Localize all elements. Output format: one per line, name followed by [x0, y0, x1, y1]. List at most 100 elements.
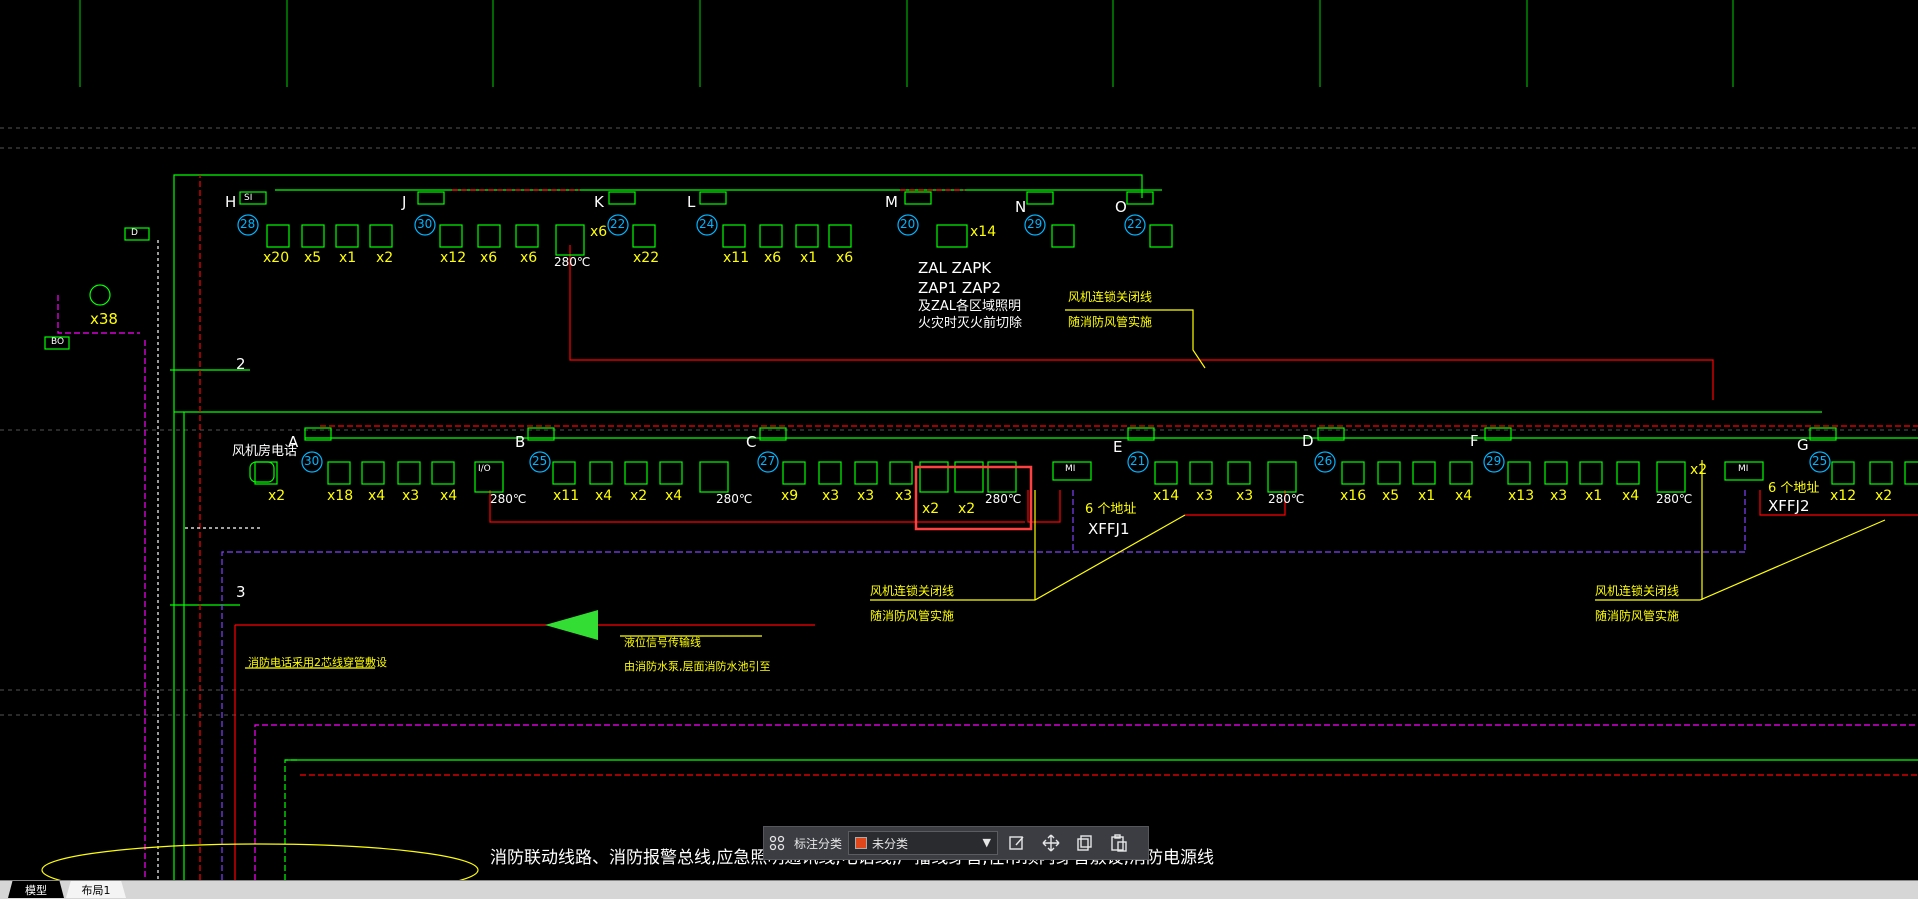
- fan-note-1b: 随消防风管实施: [1068, 315, 1153, 329]
- row2-count: x13: [1508, 488, 1535, 504]
- tab-model[interactable]: 模型: [8, 881, 64, 898]
- row2-number: 25: [1812, 454, 1828, 468]
- row1-count: x2: [376, 250, 394, 266]
- addr1-name: XFFJ1: [1088, 520, 1130, 538]
- row2-count: x2: [1690, 462, 1708, 478]
- mi-label: MI: [1738, 464, 1749, 474]
- row1-count: x22: [633, 250, 660, 266]
- signal-note-2: 由消防水泵,层面消防水池引至: [624, 660, 771, 673]
- row1-label-l: L: [687, 193, 696, 211]
- left-terminal-boxes[interactable]: [44, 227, 150, 350]
- label-3: 3: [236, 583, 246, 601]
- row1-count: x6: [480, 250, 498, 266]
- grid-lines: [79, 0, 1734, 87]
- row2-count: x3: [822, 488, 840, 504]
- row2-number: 26: [1317, 454, 1333, 468]
- row2-number: 21: [1130, 454, 1146, 468]
- row2-label-e: E: [1113, 438, 1123, 456]
- row2-label-g: G: [1797, 436, 1809, 454]
- fan-note-3b: 随消防风管实施: [1595, 609, 1680, 623]
- io-label: I/O: [478, 464, 491, 474]
- row2-count: x4: [1455, 488, 1473, 504]
- green-dash-line: [284, 759, 300, 880]
- addr2-count: 6 个地址: [1768, 481, 1820, 496]
- row2-temp-1: 280℃: [490, 492, 527, 506]
- red-solid-lines: [234, 245, 1918, 880]
- row1-count: x6: [764, 250, 782, 266]
- row1-count: x14: [970, 224, 997, 240]
- row2-number: 27: [760, 454, 776, 468]
- label-2: 2: [236, 355, 246, 373]
- row2-count: x5: [1382, 488, 1400, 504]
- row2-number: 29: [1486, 454, 1502, 468]
- row2-label-c: C: [746, 433, 757, 451]
- row2-count: x1: [1585, 488, 1603, 504]
- red-bus-lines: [199, 175, 1918, 880]
- row1-label-h: H: [225, 193, 237, 211]
- row2-count: x16: [1340, 488, 1367, 504]
- annotation-category-label: 标注分类: [794, 836, 843, 851]
- row2-count: x2: [958, 501, 976, 517]
- zal-block-1: ZAL ZAPK: [918, 259, 992, 277]
- row2-temp-5: 280℃: [1656, 492, 1693, 506]
- row1-count: x6: [520, 250, 538, 266]
- chevron-down-icon: ▼: [982, 836, 992, 849]
- row2-count: x3: [402, 488, 420, 504]
- row2-label-a: A: [288, 433, 299, 451]
- row1-count: x1: [339, 250, 357, 266]
- row1-number: 22: [610, 217, 626, 231]
- row1-count: x12: [440, 250, 467, 266]
- row1-count: x6: [836, 250, 854, 266]
- signal-note-1: 液位信号传输线: [624, 636, 701, 649]
- annotation-category-select[interactable]: 未分类 ▼: [848, 831, 999, 855]
- move-icon[interactable]: [1036, 829, 1066, 857]
- tab-layout1[interactable]: 布局1: [66, 881, 126, 898]
- row1-count: x6: [590, 224, 608, 240]
- row2-temp-4: 280℃: [1268, 492, 1305, 506]
- row1-temp: 280℃: [554, 255, 591, 269]
- edit-icon[interactable]: [1002, 829, 1032, 857]
- label-bo: BO: [51, 337, 65, 347]
- row1-count: x20: [263, 250, 290, 266]
- row2-number: 25: [532, 454, 548, 468]
- row1-label-m: M: [885, 193, 898, 211]
- row2-count: x2: [922, 501, 940, 517]
- row1-number: 24: [699, 217, 715, 231]
- row2-count: x2: [1875, 488, 1893, 504]
- row2-count: x4: [665, 488, 683, 504]
- row2-count: x14: [1153, 488, 1180, 504]
- grid-icon[interactable]: [764, 827, 790, 859]
- row1-number: 30: [417, 217, 433, 231]
- paste-icon[interactable]: [1104, 829, 1134, 857]
- annotation-category-value: 未分类: [872, 836, 909, 851]
- row1-count: x11: [723, 250, 750, 266]
- fan-note-2b: 随消防风管实施: [870, 609, 955, 623]
- addr1-count: 6 个地址: [1085, 502, 1137, 517]
- fan-note-1a: 风机连锁关闭线: [1068, 290, 1153, 304]
- phone-note: 消防电话采用2芯线穿管敷设: [248, 656, 387, 669]
- dashed-grid: [0, 127, 1918, 716]
- row1-label-j: J: [402, 193, 407, 211]
- row2-count: x3: [895, 488, 913, 504]
- row2-count: x4: [595, 488, 613, 504]
- copy-icon[interactable]: [1070, 829, 1100, 857]
- fan-note-3a: 风机连锁关闭线: [1595, 584, 1680, 598]
- annotation-toolbar: 标注分类 未分类 ▼: [763, 826, 1149, 860]
- purple-bus-lines: [221, 490, 1746, 880]
- row1-count: x1: [800, 250, 818, 266]
- addr2-name: XFFJ2: [1768, 497, 1810, 515]
- row1-number: 20: [900, 217, 916, 231]
- row2-count: x2: [630, 488, 648, 504]
- row2-temp-3: 280℃: [985, 492, 1022, 506]
- row2-count: x3: [1196, 488, 1214, 504]
- zal-block-2: ZAP1 ZAP2: [918, 279, 1002, 297]
- zal-block-4: 火灾时灭火前切除: [918, 316, 1023, 331]
- zal-block-3: 及ZAL各区域照明: [918, 299, 1022, 314]
- row1-label-k: K: [594, 193, 604, 211]
- layout-tab-bar: 模型 布局1: [0, 880, 1918, 899]
- mi-label: MI: [1065, 464, 1076, 474]
- row1-number: 28: [240, 217, 256, 231]
- si-label: SI: [244, 193, 253, 203]
- label-d: D: [131, 228, 138, 238]
- fan-note-2a: 风机连锁关闭线: [870, 584, 955, 598]
